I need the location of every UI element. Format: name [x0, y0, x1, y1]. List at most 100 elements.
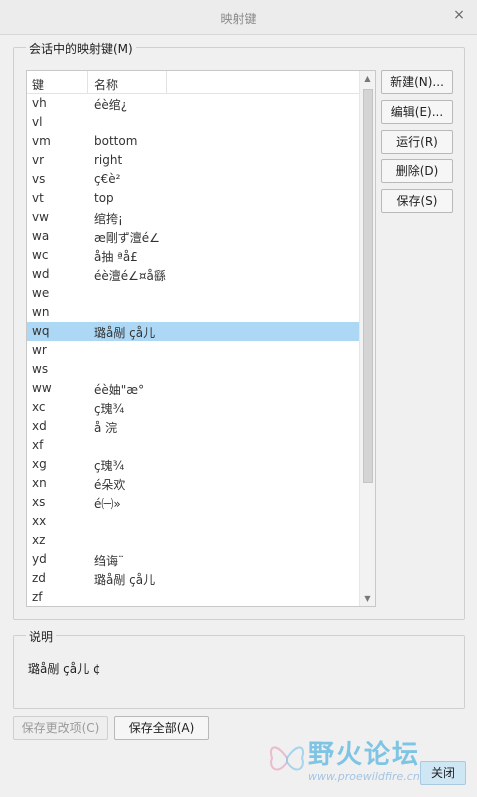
- mappings-group-label: 会话中的映射键(M): [26, 40, 136, 57]
- list-item[interactable]: we: [27, 284, 359, 303]
- mapkey-key: xs: [32, 495, 46, 509]
- mapkey-key: ww: [32, 381, 52, 395]
- mapkey-key: zf: [32, 590, 43, 604]
- list-item[interactable]: vh éè绾¿: [27, 94, 359, 113]
- list-item[interactable]: wc å抽 ªå£: [27, 246, 359, 265]
- mapkey-name: å抽 ªå£: [94, 250, 138, 264]
- delete-button[interactable]: 删除(D): [381, 159, 453, 183]
- scroll-up-icon[interactable]: ▲: [360, 71, 375, 86]
- list-item[interactable]: vs ç€è²: [27, 170, 359, 189]
- list-item[interactable]: yd 绉诲¨: [27, 550, 359, 569]
- mapkey-key: vr: [32, 153, 45, 167]
- save-changes-button[interactable]: 保存更改项(C): [13, 716, 108, 740]
- mapkey-key: xn: [32, 476, 47, 490]
- mapkey-name: é朵欢: [94, 478, 126, 492]
- mapkey-key: yd: [32, 552, 47, 566]
- list-item[interactable]: ww éè妯"æ°: [27, 379, 359, 398]
- mapkey-key: xc: [32, 400, 46, 414]
- save-all-button[interactable]: 保存全部(A): [114, 716, 209, 740]
- list-rows: vh éè绾¿ vl vm bottom vr right vs ç€è² vt top vw 绾挎¡ w…: [27, 94, 359, 606]
- butterfly-logo-icon: [270, 746, 304, 771]
- new-button[interactable]: 新建(N)...: [381, 70, 453, 94]
- mapkey-name: éè澶é∠¤å繇: [94, 269, 166, 283]
- mapkey-list[interactable]: 键 名称 vh éè绾¿ vl vm bottom vr right vs ç€è² vt top v…: [26, 70, 376, 607]
- mapkey-key: xf: [32, 438, 44, 452]
- column-header-name[interactable]: 名称: [94, 76, 118, 93]
- list-item[interactable]: xf: [27, 436, 359, 455]
- list-item[interactable]: xs é㈠»: [27, 493, 359, 512]
- list-item[interactable]: xz: [27, 531, 359, 550]
- mapkey-key: xx: [32, 514, 47, 528]
- title-bar: 映射键 ×: [0, 0, 477, 35]
- list-item[interactable]: ws: [27, 360, 359, 379]
- mapkey-name: å 浣: [94, 421, 118, 435]
- mapkey-name: ç€è²: [94, 172, 121, 186]
- mapkey-name: æ剛ず澶é∠: [94, 231, 160, 245]
- mapkey-key: vm: [32, 134, 51, 148]
- list-item[interactable]: wa æ剛ず澶é∠: [27, 227, 359, 246]
- list-header: 键 名称: [27, 71, 359, 94]
- mapkey-key: vh: [32, 96, 47, 110]
- watermark-url: www.proewildfire.cn: [308, 770, 420, 783]
- mapkey-name: éè妯"æ°: [94, 383, 145, 397]
- list-item[interactable]: vw 绾挎¡: [27, 208, 359, 227]
- list-item[interactable]: wd éè澶é∠¤å繇: [27, 265, 359, 284]
- mapkey-key: wd: [32, 267, 50, 281]
- list-item[interactable]: vm bottom: [27, 132, 359, 151]
- mapkey-name: 璐å剮 çå儿: [94, 326, 156, 340]
- list-item[interactable]: vt top: [27, 189, 359, 208]
- list-item[interactable]: xc ç瑰¾: [27, 398, 359, 417]
- close-button[interactable]: 关闭: [420, 761, 466, 785]
- list-item[interactable]: wr: [27, 341, 359, 360]
- window-title: 映射键: [220, 12, 257, 26]
- scroll-down-icon[interactable]: ▼: [360, 591, 375, 606]
- mapkey-key: wa: [32, 229, 50, 243]
- mapkey-key: wr: [32, 343, 47, 357]
- list-item[interactable]: vr right: [27, 151, 359, 170]
- close-icon[interactable]: ×: [451, 7, 467, 23]
- description-group-label: 说明: [26, 628, 57, 645]
- column-separator[interactable]: [166, 71, 167, 93]
- mapkey-key: vs: [32, 172, 46, 186]
- list-item[interactable]: xx: [27, 512, 359, 531]
- mapkey-key: vt: [32, 191, 44, 205]
- mapkey-name: top: [94, 191, 114, 205]
- mapkey-name: bottom: [94, 134, 138, 148]
- scrollbar-thumb[interactable]: [363, 89, 373, 483]
- mapkey-name: é㈠»: [94, 497, 121, 511]
- mapkey-key: xz: [32, 533, 46, 547]
- column-separator[interactable]: [87, 71, 88, 93]
- list-item[interactable]: xn é朵欢: [27, 474, 359, 493]
- mapkey-name: 绉诲¨: [94, 554, 125, 568]
- list-item[interactable]: xd å 浣: [27, 417, 359, 436]
- list-item[interactable]: xg ç瑰¾: [27, 455, 359, 474]
- mapkey-key: ws: [32, 362, 49, 376]
- mapkey-key: we: [32, 286, 50, 300]
- save-button[interactable]: 保存(S): [381, 189, 453, 213]
- edit-button[interactable]: 编辑(E)...: [381, 100, 453, 124]
- list-item[interactable]: wq 璐å剮 çå儿: [27, 322, 359, 341]
- mapkey-name: 绾挎¡: [94, 212, 123, 226]
- mapkey-name: 璐å剮 çå儿: [94, 573, 156, 587]
- mapkey-key: wc: [32, 248, 49, 262]
- mapkey-key: vl: [32, 115, 43, 129]
- mapkey-key: wn: [32, 305, 50, 319]
- watermark-brand: 野火论坛: [308, 740, 421, 770]
- mapkey-key: vw: [32, 210, 49, 224]
- list-item[interactable]: zd 璐å剮 çå儿: [27, 569, 359, 588]
- list-item[interactable]: zf: [27, 588, 359, 606]
- list-item[interactable]: wn: [27, 303, 359, 322]
- mapkey-key: wq: [32, 324, 50, 338]
- description-text: 璐å剮 çå儿 ¢: [28, 662, 101, 676]
- mapkey-name: ç瑰¾: [94, 459, 125, 473]
- mapkey-key: xg: [32, 457, 47, 471]
- vertical-scrollbar[interactable]: ▲ ▼: [359, 71, 375, 606]
- mapkey-key: zd: [32, 571, 46, 585]
- mapkey-name: éè绾¿: [94, 98, 128, 112]
- mapkey-name: right: [94, 153, 123, 167]
- list-item[interactable]: vl: [27, 113, 359, 132]
- mapkey-name: ç瑰¾: [94, 402, 125, 416]
- column-header-key[interactable]: 键: [32, 76, 44, 93]
- run-button[interactable]: 运行(R): [381, 130, 453, 154]
- mapkey-key: xd: [32, 419, 47, 433]
